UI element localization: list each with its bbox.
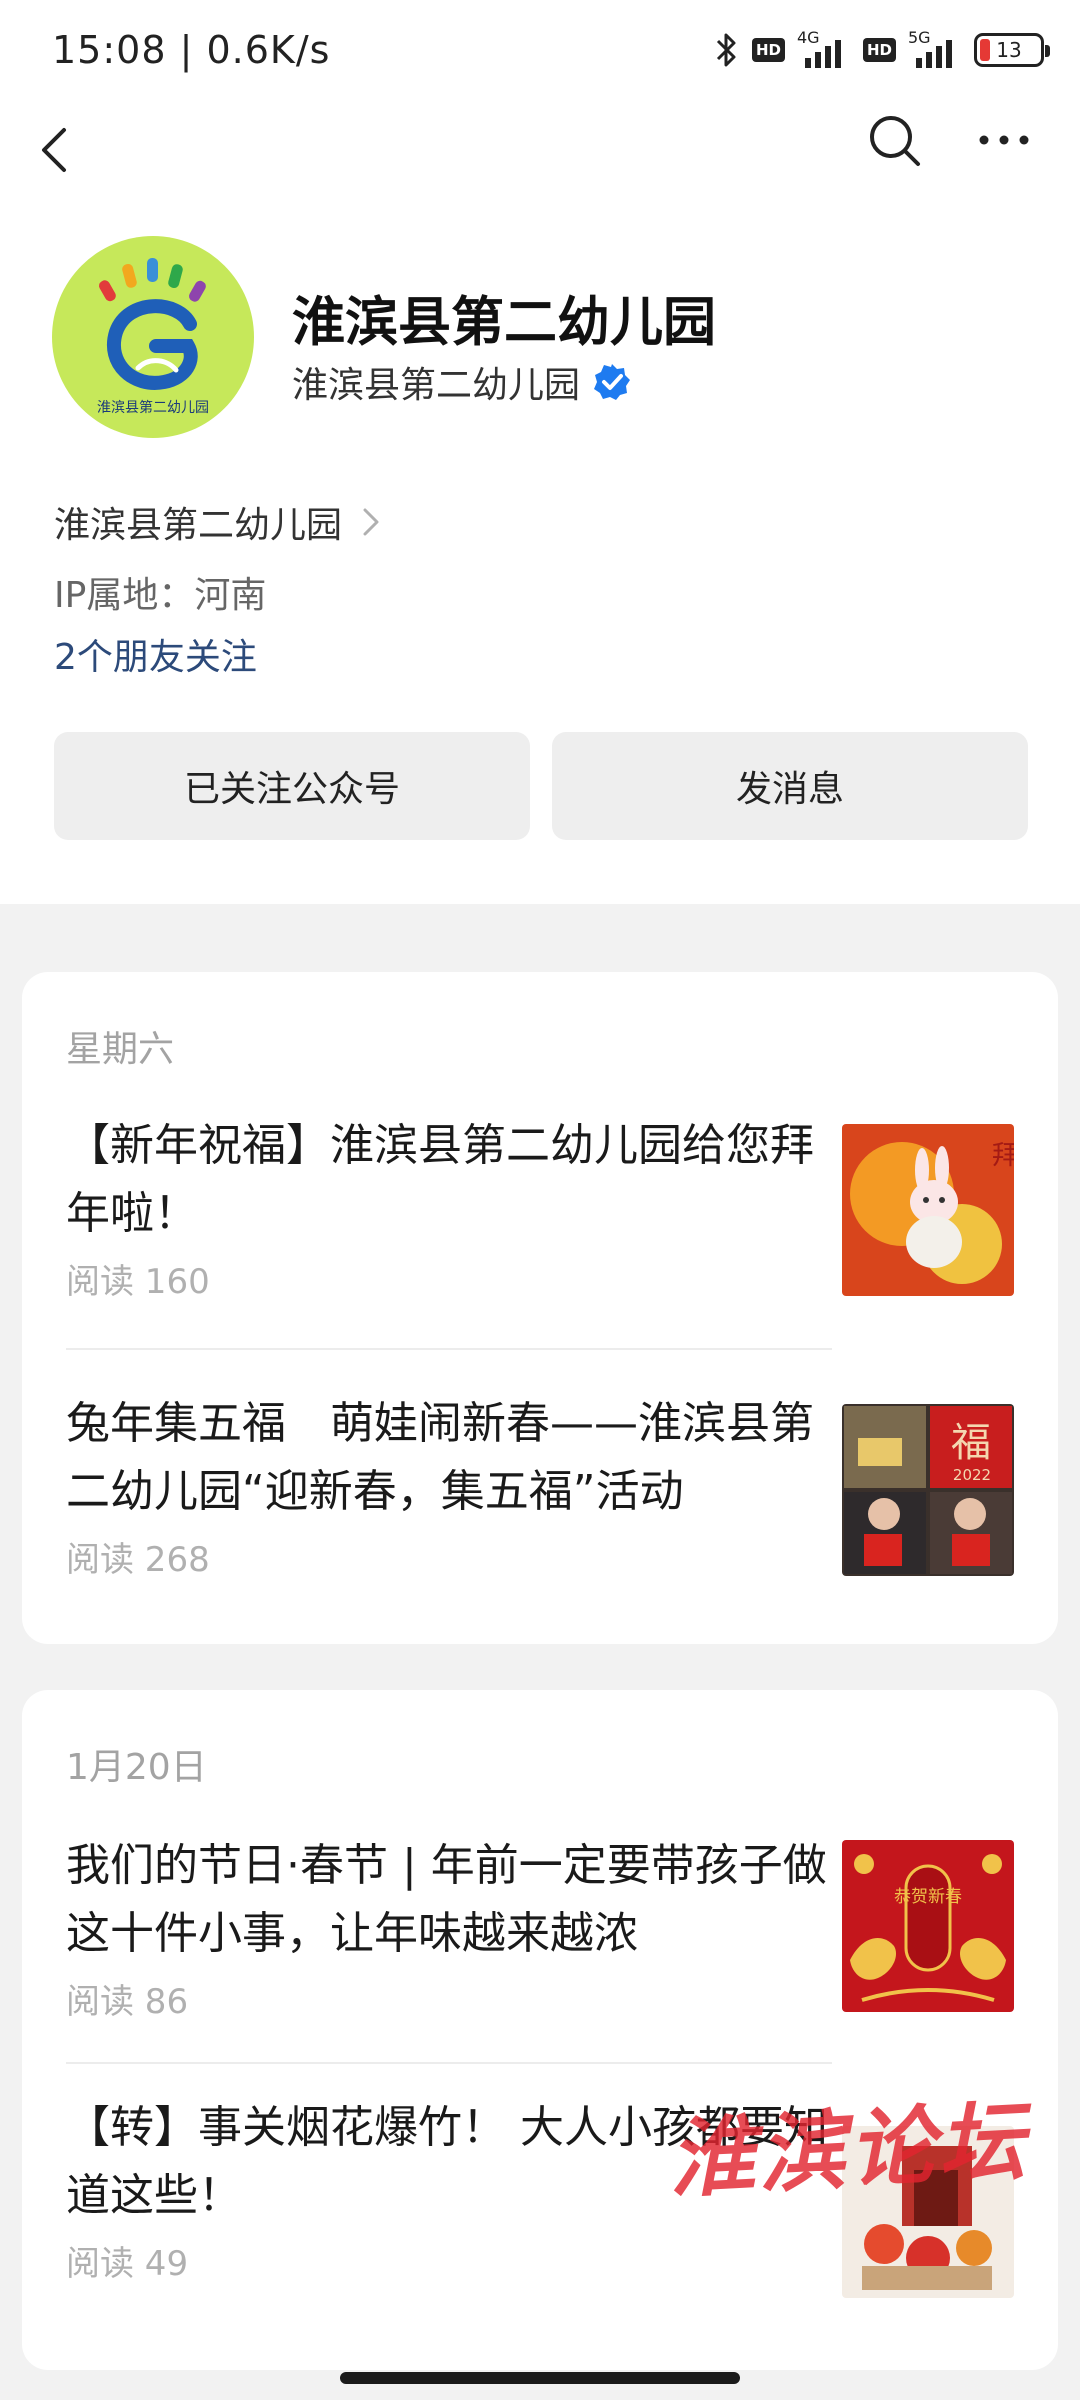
article-thumbnail[interactable]: 恭贺新春 (842, 1840, 1014, 2012)
status-bar: 15:08 | 0.6K/s HD 4G HD 5G 13 (0, 0, 1080, 100)
article-group: 星期六 【新年祝福】淮滨县第二幼儿园给您拜年啦！ 阅读 160 拜 兔年集五福 … (22, 972, 1058, 1644)
account-name: 淮滨县第二幼儿园 (292, 292, 716, 353)
article-title: 兔年集五福 萌娃闹新春——淮滨县第二幼儿园“迎新春，集五福”活动 (66, 1398, 814, 1517)
article-thumbnail[interactable]: 福 2022 (842, 1404, 1014, 1576)
group-date: 1月20日 (66, 1747, 207, 1788)
signal-4g-icon: 4G (797, 28, 851, 70)
article-thumbnail[interactable]: 拜 (842, 1124, 1014, 1296)
avatar[interactable]: 淮滨县第二幼儿园 (52, 236, 254, 438)
battery-icon: 13 (974, 33, 1050, 67)
account-subtitle-text: 淮滨县第二幼儿园 (292, 365, 581, 406)
friends-following-link[interactable]: 2个朋友关注 (54, 628, 257, 680)
chevron-right-icon (363, 508, 379, 536)
group-date: 星期六 (66, 1029, 175, 1070)
svg-text:2022: 2022 (953, 1466, 991, 1484)
forum-watermark: 淮滨论坛 (666, 2090, 1031, 2211)
kindergarten-logo: 淮滨县第二幼儿园 (97, 258, 209, 416)
search-icon[interactable] (866, 112, 922, 168)
home-indicator[interactable] (340, 2372, 740, 2384)
ip-location: IP属地：河南 (54, 575, 267, 616)
svg-text:拜: 拜 (992, 1141, 1014, 1171)
company-name: 淮滨县第二幼儿园 (54, 505, 343, 546)
article-group: 1月20日 我们的节日·春节 | 年前一定要带孩子做这十件小事，让年味越来越浓 … (22, 1690, 1058, 2370)
battery-level: 13 (996, 38, 1022, 62)
signal-5g-icon: 5G (908, 28, 962, 70)
verified-check-icon (594, 364, 631, 400)
status-time: 15:08 | 0.6K/s (52, 28, 331, 72)
status-icons: HD 4G HD 5G 13 (714, 28, 1050, 72)
followed-button[interactable]: 已关注公众号 (54, 732, 530, 840)
article-title: 我们的节日·春节 | 年前一定要带孩子做这十件小事，让年味越来越浓 (66, 1840, 827, 1959)
account-subtitle: 淮滨县第二幼儿园 (292, 356, 632, 408)
back-arrow-icon[interactable] (30, 122, 86, 178)
svg-text:淮滨县第二幼儿园: 淮滨县第二幼儿园 (97, 399, 209, 416)
company-link[interactable]: 淮滨县第二幼儿园 (54, 496, 382, 548)
send-message-button[interactable]: 发消息 (552, 732, 1028, 840)
hd-badge: HD (751, 38, 785, 62)
svg-text:福: 福 (951, 1420, 991, 1466)
more-dots-icon[interactable] (974, 112, 1034, 168)
bluetooth-icon (716, 33, 736, 67)
article-title: 【新年祝福】淮滨县第二幼儿园给您拜年啦！ (66, 1120, 814, 1239)
divider (66, 1348, 832, 1350)
svg-text:恭贺新春: 恭贺新春 (894, 1887, 962, 1907)
divider (66, 2062, 832, 2064)
hd-badge: HD (862, 38, 896, 62)
